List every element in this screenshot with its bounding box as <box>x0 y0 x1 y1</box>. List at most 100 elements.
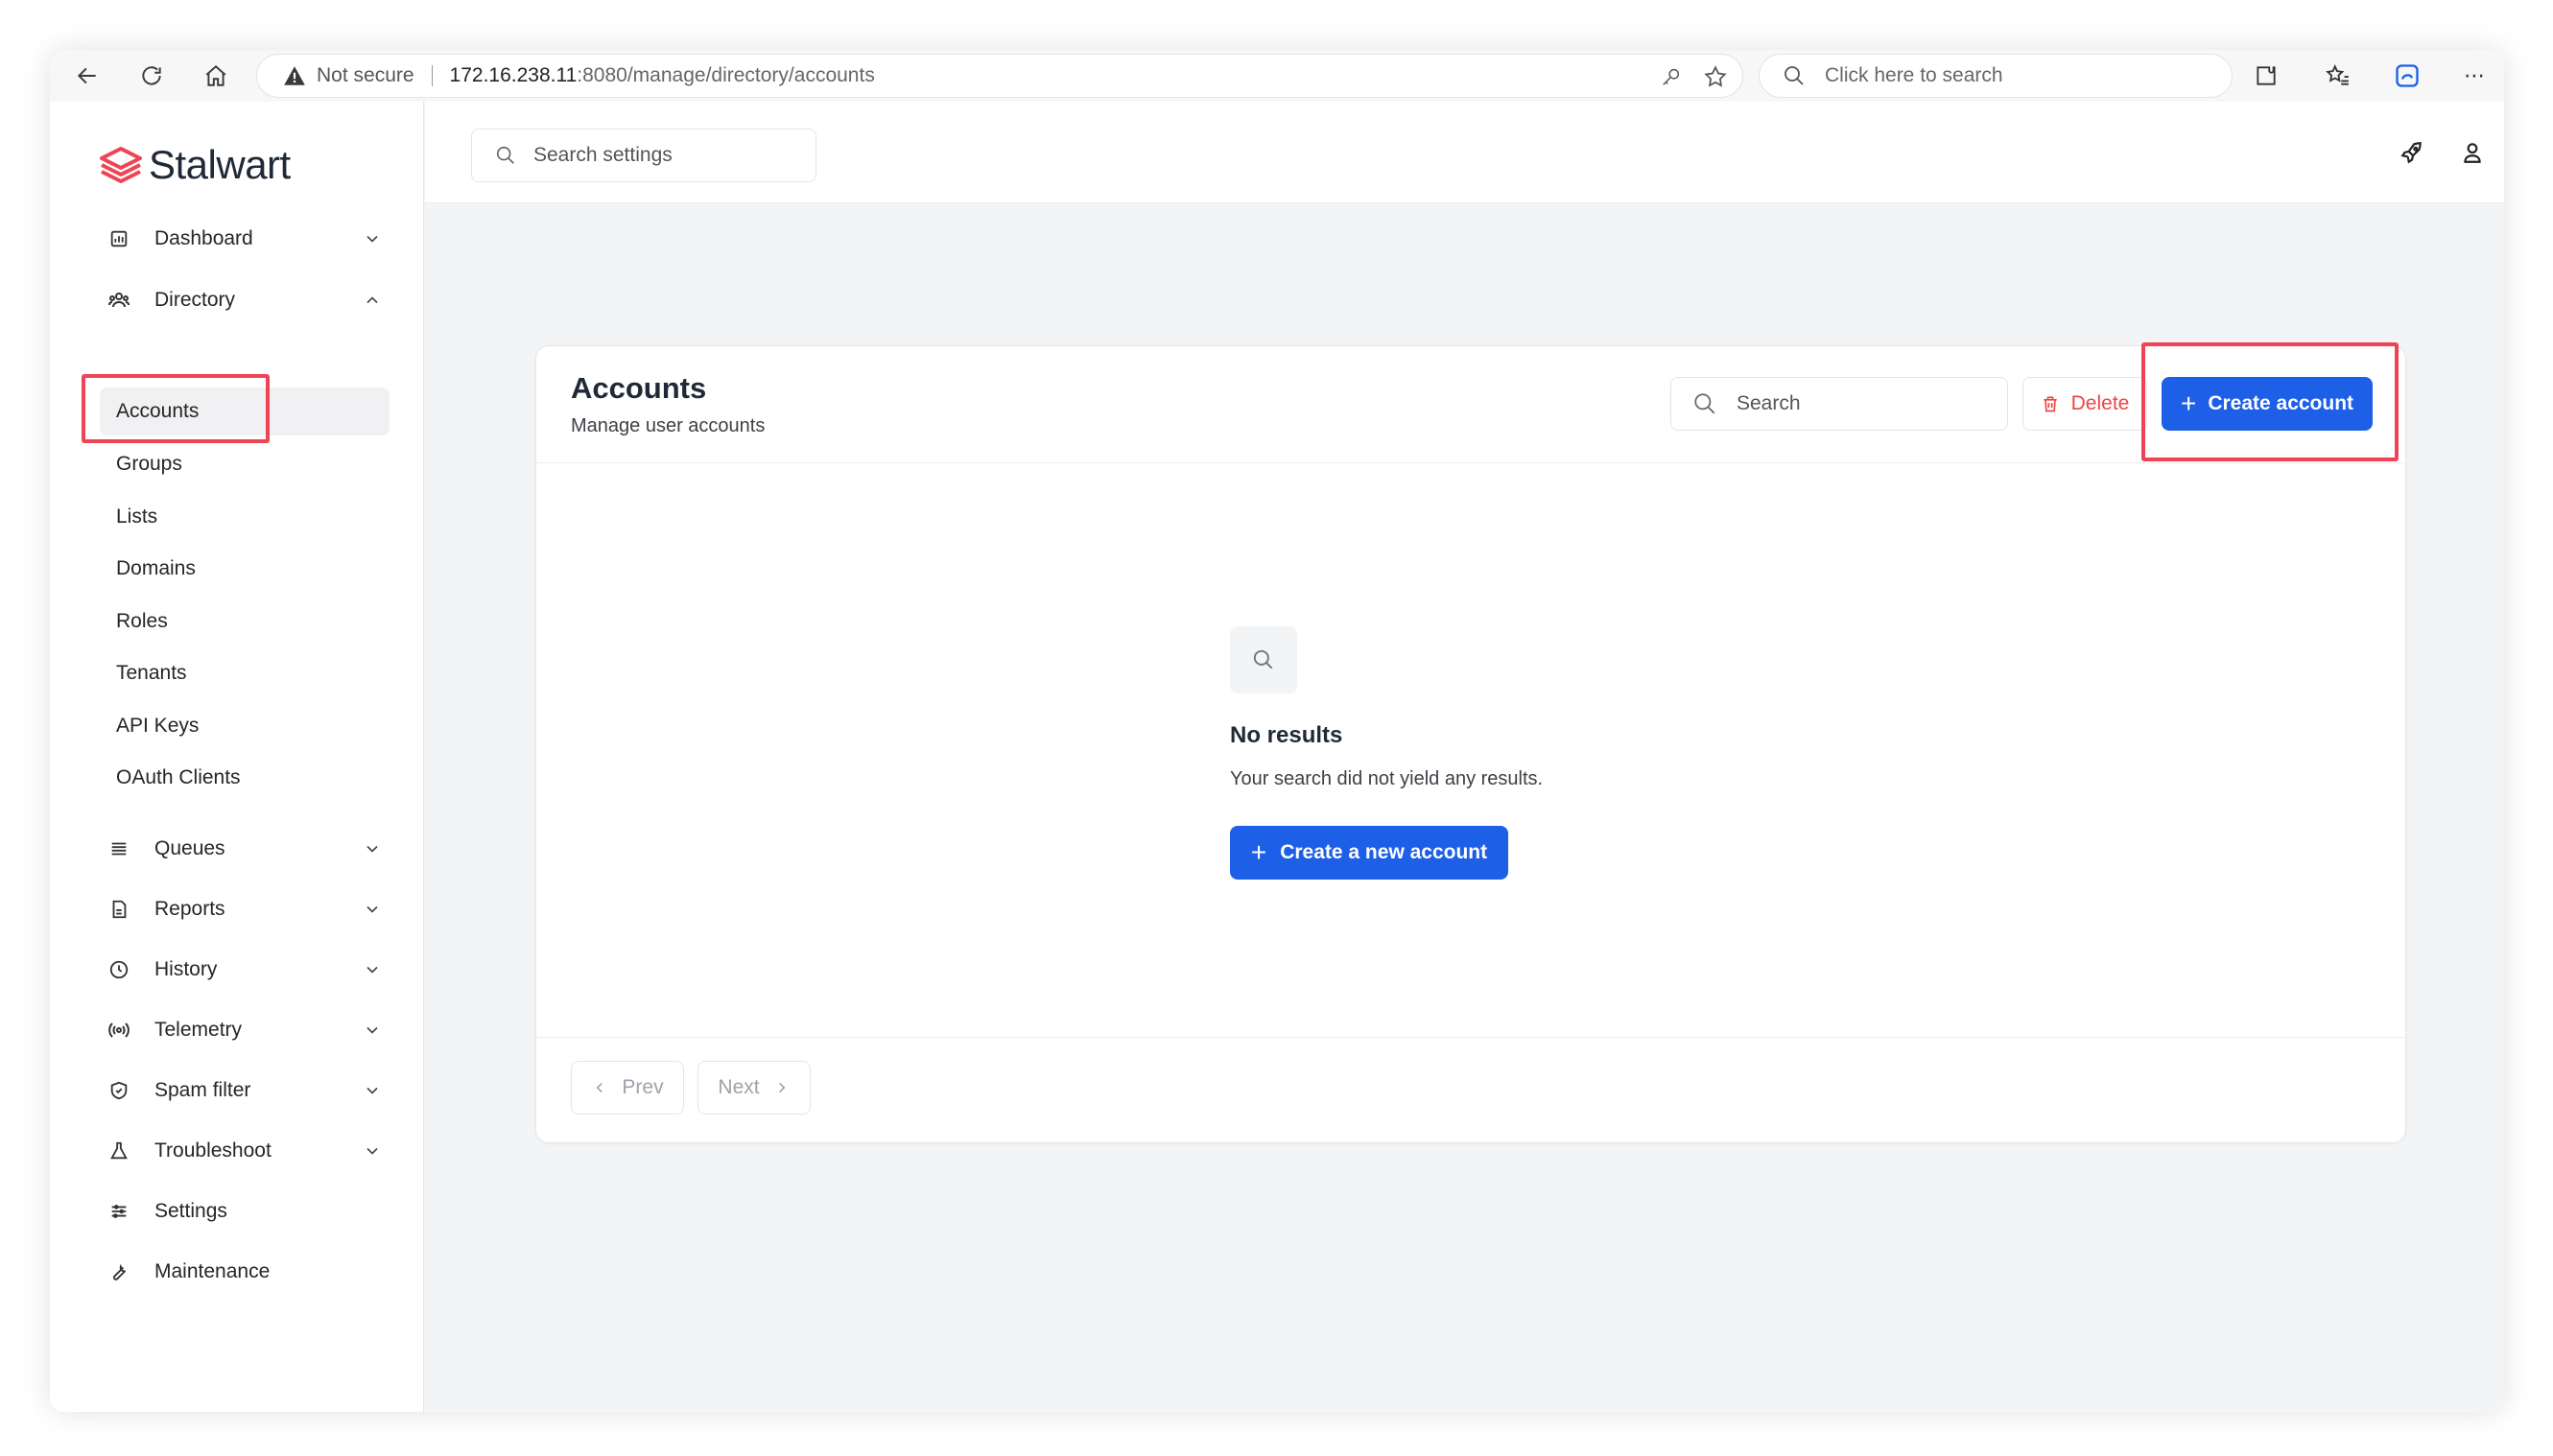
browser-search-placeholder: Click here to search <box>1825 64 2003 86</box>
shield-icon <box>105 1076 133 1105</box>
sidebar-item-label: Queues <box>154 837 225 859</box>
queues-icon <box>105 834 133 863</box>
chevron-left-icon <box>597 1082 603 1093</box>
create-new-account-label: Create a new account <box>1280 841 1488 863</box>
sidebar-item-label: Directory <box>154 289 236 311</box>
sidebar-item-label: Dashboard <box>154 227 253 249</box>
sidebar-item-settings[interactable]: Settings <box>99 1189 387 1233</box>
sidebar-item-label: Spam filter <box>154 1079 251 1101</box>
sidebar-item-label: History <box>154 958 218 980</box>
sidebar-item-dashboard[interactable]: Dashboard <box>99 217 387 261</box>
sidebar-subitem-roles[interactable]: Roles <box>100 598 390 646</box>
favorite-star-icon[interactable] <box>1702 63 1729 90</box>
create-new-account-button[interactable]: + Create a new account <box>1230 826 1508 880</box>
empty-search-icon <box>1230 626 1297 693</box>
more-menu-icon[interactable]: ⋯ <box>2458 59 2491 92</box>
subitem-label: Domains <box>116 557 196 579</box>
plus-icon: + <box>1250 837 1267 867</box>
reports-icon <box>105 895 133 924</box>
sidebar-item-label: Reports <box>154 898 225 920</box>
url-path: :8080/manage/directory/accounts <box>577 64 875 86</box>
sidebar-item-label: Troubleshoot <box>154 1139 272 1162</box>
wrench-icon <box>105 1257 133 1286</box>
app-name: Stalwart <box>149 142 291 187</box>
main-content: Accounts Manage user accounts Search Del… <box>425 203 2504 1412</box>
sidebar-subitem-groups[interactable]: Groups <box>100 440 390 488</box>
search-icon <box>1694 393 1715 414</box>
delete-button[interactable]: Delete <box>2022 377 2147 431</box>
chevron-right-icon <box>778 1082 785 1093</box>
accounts-card: Accounts Manage user accounts Search Del… <box>535 342 2406 1144</box>
clock-icon <box>105 955 133 984</box>
next-page-button[interactable]: Next <box>697 1061 811 1115</box>
search-icon <box>1785 66 1804 85</box>
sidebar-item-queues[interactable]: Queues <box>99 827 387 871</box>
trash-icon <box>2043 396 2057 412</box>
url-text: 172.16.238.11:8080/manage/directory/acco… <box>450 64 875 87</box>
empty-state-title: No results <box>1230 722 1343 748</box>
subitem-label: Tenants <box>116 662 187 684</box>
favorites-icon[interactable] <box>2322 59 2354 92</box>
extensions-icon[interactable] <box>2250 59 2282 92</box>
edge-copilot-icon[interactable] <box>2391 59 2423 92</box>
sidebar-item-label: Telemetry <box>154 1019 243 1041</box>
sidebar-item-troubleshoot[interactable]: Troubleshoot <box>99 1129 387 1173</box>
chevron-down-icon <box>358 1137 387 1165</box>
accounts-search-placeholder: Search <box>1737 392 1801 414</box>
next-label: Next <box>718 1076 760 1098</box>
browser-window: Not secure 172.16.238.11:8080/manage/dir… <box>50 50 2504 1412</box>
page-subtitle: Manage user accounts <box>571 415 766 436</box>
sidebar-subitem-domains[interactable]: Domains <box>100 545 390 593</box>
search-icon <box>496 146 514 164</box>
sidebar-subitem-tenants[interactable]: Tenants <box>100 649 390 697</box>
sidebar-subitem-oauth-clients[interactable]: OAuth Clients <box>100 754 390 802</box>
pagination: Prev Next <box>536 1037 2405 1144</box>
settings-search-placeholder: Search settings <box>533 144 673 166</box>
home-icon[interactable] <box>200 59 232 92</box>
reload-icon[interactable] <box>135 59 168 92</box>
delete-label: Delete <box>2070 392 2130 414</box>
chevron-down-icon <box>358 1016 387 1045</box>
settings-search-input[interactable]: Search settings <box>471 129 816 182</box>
address-bar[interactable]: Not secure 172.16.238.11:8080/manage/dir… <box>256 54 1743 98</box>
page-title: Accounts <box>571 371 707 405</box>
sidebar-subitem-api-keys[interactable]: API Keys <box>100 702 390 750</box>
security-label: Not secure <box>317 64 414 86</box>
highlight-box-create-account <box>2141 342 2399 461</box>
card-header: Accounts Manage user accounts Search Del… <box>536 342 2405 463</box>
flask-icon <box>105 1137 133 1165</box>
sidebar-item-label: Settings <box>154 1200 227 1222</box>
sidebar-subitem-lists[interactable]: Lists <box>100 493 390 541</box>
sidebar-item-telemetry[interactable]: Telemetry <box>99 1008 387 1052</box>
dashboard-icon <box>105 224 133 253</box>
chevron-up-icon <box>358 286 387 315</box>
sidebar-item-maintenance[interactable]: Maintenance <box>99 1250 387 1294</box>
browser-toolbar: Not secure 172.16.238.11:8080/manage/dir… <box>50 50 2504 102</box>
accounts-search-input[interactable]: Search <box>1670 377 2008 431</box>
url-host: 172.16.238.11 <box>449 64 578 86</box>
user-icon[interactable] <box>2456 136 2489 169</box>
subitem-label: API Keys <box>116 715 200 737</box>
subitem-label: Roles <box>116 610 168 632</box>
logo[interactable]: Stalwart <box>99 142 291 188</box>
subitem-label: Groups <box>116 453 182 475</box>
chevron-down-icon <box>358 224 387 253</box>
sidebar-item-reports[interactable]: Reports <box>99 887 387 931</box>
back-icon[interactable] <box>71 59 104 92</box>
key-icon[interactable] <box>1658 63 1685 90</box>
chevron-down-icon <box>358 955 387 984</box>
browser-search-box[interactable]: Click here to search <box>1759 54 2233 98</box>
subitem-label: OAuth Clients <box>116 766 241 788</box>
prev-page-button[interactable]: Prev <box>571 1061 684 1115</box>
directory-icon <box>105 286 133 315</box>
prev-label: Prev <box>622 1076 664 1098</box>
sidebar-item-history[interactable]: History <box>99 948 387 992</box>
empty-state-subtitle: Your search did not yield any results. <box>1230 768 1544 789</box>
highlight-box-accounts <box>82 374 270 443</box>
rocket-icon[interactable] <box>2396 136 2428 169</box>
stalwart-logo-icon <box>100 147 142 183</box>
sidebar-item-spam-filter[interactable]: Spam filter <box>99 1069 387 1113</box>
chevron-down-icon <box>358 834 387 863</box>
telemetry-icon <box>105 1016 133 1045</box>
sidebar-item-directory[interactable]: Directory <box>99 278 387 322</box>
